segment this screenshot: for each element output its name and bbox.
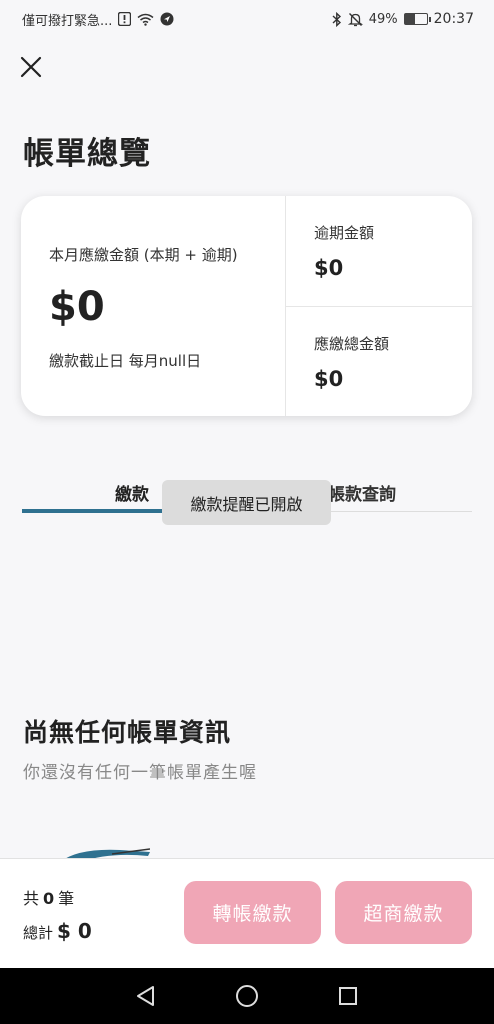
overdue-amount: $0 — [314, 256, 344, 280]
status-time: 20:37 — [433, 11, 474, 27]
close-button[interactable] — [16, 52, 46, 82]
total-prefix: 總計 — [23, 924, 54, 942]
overdue-section: 逾期金額 $0 — [286, 196, 472, 306]
store-payment-button[interactable]: 超商繳款 — [335, 881, 472, 944]
home-icon[interactable] — [232, 981, 262, 1011]
battery-percent: 49% — [368, 11, 398, 27]
total-due-label: 應繳總金額 — [314, 335, 390, 353]
alert-icon — [118, 11, 132, 27]
page-title: 帳單總覽 — [23, 136, 151, 172]
count-suffix: 筆 — [58, 889, 75, 908]
back-icon[interactable] — [131, 981, 161, 1011]
bill-count: 共0筆 — [23, 885, 74, 909]
total-due-section: 應繳總金額 $0 — [286, 306, 472, 416]
current-amount-value: $0 — [49, 284, 105, 330]
summary-side: 逾期金額 $0 應繳總金額 $0 — [286, 196, 472, 416]
navigation-bar — [0, 968, 494, 1024]
total-value: $ 0 — [57, 919, 92, 943]
count-prefix: 共 — [23, 889, 40, 908]
bill-total: 總計 $ 0 — [23, 919, 92, 943]
current-amount-section: 本月應繳金額 (本期 + 逾期) $0 繳款截止日 每月null日 — [21, 196, 286, 416]
status-bar: 僅可撥打緊急... 49% 20:37 — [0, 0, 494, 38]
tab-bill-inquiry[interactable]: 帳款查詢 — [328, 480, 396, 505]
empty-state-subtitle: 你還沒有任何一筆帳單產生喔 — [23, 763, 257, 783]
mute-icon — [347, 11, 363, 27]
due-date-text: 繳款截止日 每月null日 — [49, 352, 202, 370]
status-left: 僅可撥打緊急... — [22, 10, 174, 29]
summary-card: 本月應繳金額 (本期 + 逾期) $0 繳款截止日 每月null日 逾期金額 $… — [21, 196, 472, 416]
total-due-amount: $0 — [314, 367, 344, 391]
battery-icon — [403, 13, 431, 25]
tab-payment[interactable]: 繳款 — [115, 480, 149, 505]
status-right: 49% 20:37 — [332, 11, 474, 27]
close-icon — [20, 56, 42, 78]
location-icon — [160, 11, 174, 27]
recents-icon[interactable] — [333, 981, 363, 1011]
transfer-payment-button[interactable]: 轉帳繳款 — [184, 881, 321, 944]
wifi-icon — [137, 11, 154, 27]
battery-fill — [404, 14, 416, 24]
carrier-text: 僅可撥打緊急... — [22, 13, 113, 29]
bluetooth-icon — [332, 11, 342, 27]
bottom-bar: 共0筆 總計 $ 0 轉帳繳款 超商繳款 — [0, 858, 494, 968]
overdue-label: 逾期金額 — [314, 224, 375, 242]
toast-message: 繳款提醒已開啟 — [162, 480, 331, 525]
empty-state-title: 尚無任何帳單資訊 — [23, 718, 232, 747]
current-amount-label: 本月應繳金額 (本期 + 逾期) — [49, 246, 238, 264]
count-value: 0 — [43, 889, 55, 908]
